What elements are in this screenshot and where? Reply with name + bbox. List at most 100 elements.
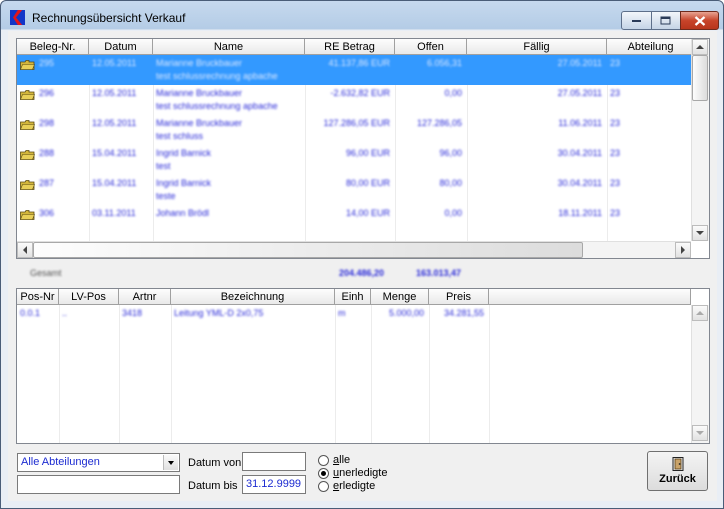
folder-icon [20, 60, 35, 70]
positions-vertical-scrollbar[interactable] [691, 305, 709, 443]
column-header[interactable]: Beleg-Nr. [17, 39, 89, 55]
cell-name: Ingrid Barnick [156, 178, 212, 188]
scroll-right-button[interactable] [675, 242, 691, 258]
column-divider [59, 305, 60, 443]
column-header[interactable]: Name [153, 39, 305, 55]
close-icon [694, 15, 705, 26]
cell-einh: m [338, 308, 346, 318]
radio-done-label[interactable]: erledigte [333, 480, 375, 492]
cell-betrag: 127.286,05 EUR [323, 118, 390, 128]
department-select[interactable]: Alle Abteilungen [17, 453, 180, 472]
cell-betrag: 80,00 EUR [345, 178, 390, 188]
h-scroll-thumb[interactable] [33, 242, 583, 258]
cell-offen: 80,00 [439, 178, 462, 188]
cell-abteilung: 23 [610, 58, 621, 68]
column-header[interactable]: Abteilung [607, 39, 695, 55]
column-header[interactable]: RE Betrag [305, 39, 395, 55]
column-header[interactable]: Artnr [119, 289, 171, 305]
minimize-button[interactable] [621, 11, 652, 30]
radio-open[interactable] [318, 468, 329, 479]
close-button[interactable] [680, 11, 719, 30]
cell-name: Marianne Bruckbauer [156, 118, 243, 128]
folder-icon [20, 150, 35, 160]
cell-beleg: 298 [39, 118, 55, 128]
column-divider [429, 305, 430, 443]
invoice-vertical-scrollbar[interactable] [691, 39, 709, 241]
folder-icon [20, 120, 35, 130]
table-row[interactable]: 0.0.1.. 3418 Leitung YML-D 2x0,75 m 5.000,00… [17, 307, 691, 321]
folder-icon [20, 90, 35, 100]
cell-datum: 15.04.2011 [92, 178, 137, 188]
cell-preis: 34.281,55 [443, 308, 484, 318]
column-header[interactable]: LV-Pos [59, 289, 119, 305]
scroll-thumb[interactable] [692, 55, 708, 101]
cell-abteilung: 23 [610, 88, 621, 98]
arrow-down-icon [696, 431, 704, 435]
column-header[interactable]: Offen [395, 39, 467, 55]
column-header[interactable]: Menge [371, 289, 429, 305]
cell-beleg: 287 [39, 178, 55, 188]
radio-open-label[interactable]: unerledigte [333, 467, 387, 479]
cell-pos: 0.0.1 [20, 308, 41, 318]
cell-beleg: 295 [39, 58, 55, 68]
cell-abteilung: 23 [610, 118, 621, 128]
scroll-up-button[interactable] [692, 39, 708, 55]
table-row[interactable]: 298 12.05.2011 Marianne Bruckbauer test sch… [17, 115, 691, 145]
column-header[interactable]: Bezeichnung [171, 289, 335, 305]
cell-name-detail: test schluss [156, 131, 204, 141]
app-logo-icon [10, 10, 25, 25]
cell-faellig: 18.11.2011 [558, 208, 602, 218]
arrow-down-icon [696, 231, 704, 235]
datum-von-label: Datum von [188, 457, 242, 469]
table-row[interactable]: 288 15.04.2011 Ingrid Barnick test 96,00 EUR… [17, 145, 691, 175]
cell-lvpos: .. [62, 308, 68, 318]
table-row[interactable]: 306 03.11.2011 Johann Brödl 14,00 EUR 0,00 18… [17, 205, 691, 235]
datum-bis-field[interactable]: 31.12.9999 [242, 475, 306, 494]
pos-scroll-down-button[interactable] [692, 425, 708, 441]
column-header[interactable]: Pos-Nr [17, 289, 59, 305]
column-header[interactable]: Einh [335, 289, 371, 305]
cell-bezeichnung: Leitung YML-D 2x0,75 [174, 308, 264, 318]
cell-offen: 96,00 [439, 148, 462, 158]
cell-name: Johann Brödl [156, 208, 210, 218]
datum-von-field[interactable] [242, 452, 306, 471]
column-header[interactable]: Fällig [467, 39, 607, 55]
title-bar[interactable]: Rechnungsübersicht Verkauf [1, 1, 723, 31]
radio-done[interactable] [318, 481, 329, 492]
minimize-icon [631, 19, 641, 22]
column-header[interactable]: Datum [89, 39, 153, 55]
chevron-down-icon [168, 460, 174, 465]
cell-offen: 6.056,31 [426, 58, 462, 68]
scroll-down-button[interactable] [692, 225, 708, 241]
column-divider [171, 305, 172, 443]
pos-scroll-up-button[interactable] [692, 305, 708, 321]
free-text-field[interactable] [17, 475, 180, 494]
cell-datum: 12.05.2011 [92, 58, 137, 68]
table-row[interactable]: 295 12.05.2011 Marianne Bruckbauer test sch… [17, 55, 691, 85]
department-select-value: Alle Abteilungen [21, 456, 100, 468]
cell-name-detail: test schlussrechnung apbache [156, 101, 278, 111]
invoice-horizontal-scrollbar[interactable] [17, 241, 691, 258]
restore-icon [660, 16, 671, 24]
cell-abteilung: 23 [610, 208, 621, 218]
back-button[interactable]: Zurück [647, 451, 708, 491]
radio-all[interactable] [318, 455, 329, 466]
cell-faellig: 30.04.2011 [557, 178, 602, 188]
cell-betrag: 41.137,86 EUR [328, 58, 390, 68]
positions-table[interactable]: Pos-Nr LV-Pos Artnr Bezeichnung Einh Menge Pre… [16, 288, 710, 444]
radio-all-label[interactable]: alle [333, 454, 350, 466]
dropdown-button[interactable] [163, 455, 178, 470]
table-row[interactable]: 296 12.05.2011 Marianne Bruckbauer test sch… [17, 85, 691, 115]
totals-offen: 163.013,47 [416, 268, 462, 278]
invoice-table[interactable]: Beleg-Nr. Datum Name RE Betrag Offen Fällig Ab… [16, 38, 710, 259]
column-header[interactable]: Preis [429, 289, 489, 305]
back-button-label: Zurück [659, 473, 696, 485]
table-row[interactable]: 287 15.04.2011 Ingrid Barnick teste 80,00 EU… [17, 175, 691, 205]
cell-offen: 0,00 [444, 88, 462, 98]
scroll-left-button[interactable] [17, 242, 33, 258]
maximize-button[interactable] [651, 11, 681, 30]
arrow-left-icon [23, 246, 27, 254]
cell-name-detail: teste [156, 191, 176, 201]
column-divider [489, 305, 490, 443]
cell-menge: 5.000,00 [388, 308, 424, 318]
